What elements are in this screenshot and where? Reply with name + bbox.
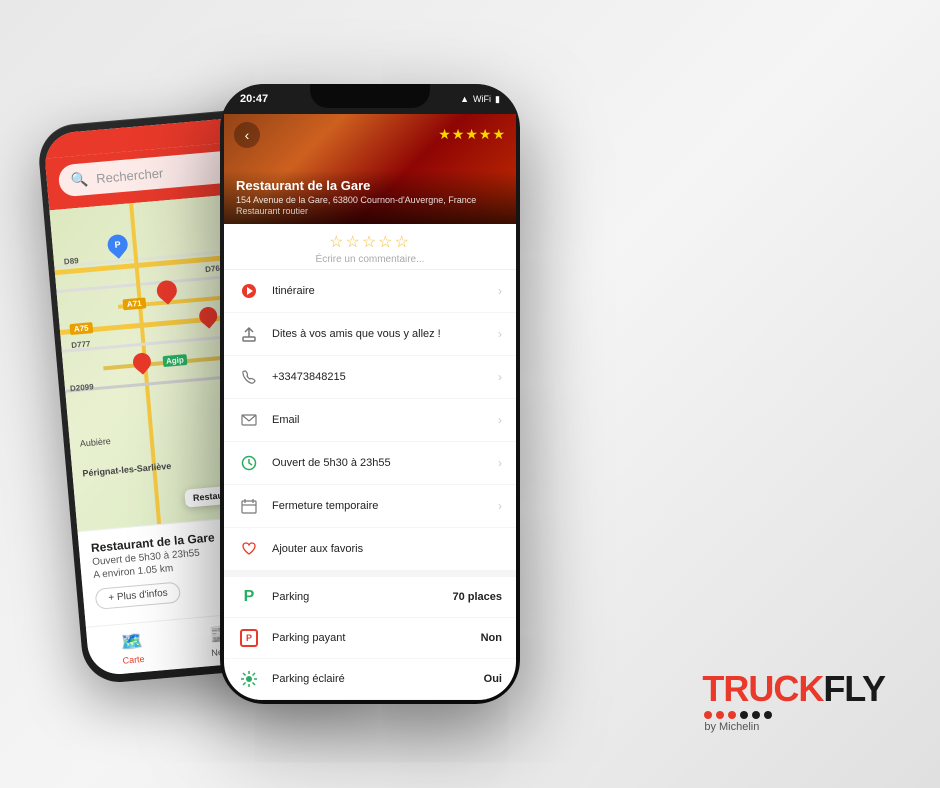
parking-item-eclaire: Parking éclairé Oui [224, 659, 516, 700]
parking-p-icon: P [238, 586, 260, 608]
parking-item-main: P Parking 70 places [224, 577, 516, 618]
menu-item-favoris[interactable]: Ajouter aux favoris [224, 528, 516, 571]
rating-placeholder: Écrire un commentaire... [316, 254, 425, 265]
carte-icon: 🗺️ [120, 631, 144, 654]
more-info-button[interactable]: + Plus d'infos [95, 581, 182, 609]
chevron-icon-3: › [498, 413, 502, 427]
hours-icon [238, 452, 260, 474]
rating-stars[interactable]: ☆☆☆☆☆ [329, 232, 411, 252]
rating-row[interactable]: ☆☆☆☆☆ Écrire un commentaire... [224, 224, 516, 270]
detail-header: ‹ ★★★★★ Restaurant de la Gare 154 Avenue… [224, 114, 516, 224]
partager-icon [238, 323, 260, 345]
parking-eclaire-icon [238, 668, 260, 690]
detail-header-overlay: Restaurant de la Gare 154 Avenue de la G… [224, 170, 516, 224]
chevron-icon-5: › [498, 499, 502, 513]
map-label-d777: D777 [71, 339, 91, 350]
menu-item-partager[interactable]: Dites à vos amis que vous y allez ! › [224, 313, 516, 356]
restaurant-stars: ★★★★★ [438, 126, 506, 143]
menu-item-phone[interactable]: +33473848215 › [224, 356, 516, 399]
itineraire-icon [238, 280, 260, 302]
email-label: Email [272, 414, 482, 426]
map-label-a75: A75 [69, 322, 93, 335]
favoris-icon [238, 538, 260, 560]
dot-5 [752, 711, 760, 719]
brand-dots [702, 711, 772, 719]
restaurant-type: Restaurant routier [236, 206, 504, 216]
dot-3 [728, 711, 736, 719]
chevron-icon-0: › [498, 284, 502, 298]
map-label-a71: A71 [122, 297, 146, 310]
menu-item-hours[interactable]: Ouvert de 5h30 à 23h55 › [224, 442, 516, 485]
email-icon [238, 409, 260, 431]
parking-payant-value: Non [481, 632, 502, 644]
restaurant-name: Restaurant de la Gare [236, 178, 504, 193]
map-label-d89: D89 [64, 256, 79, 266]
dot-4 [740, 711, 748, 719]
parking-main-value: 70 places [452, 591, 502, 603]
search-placeholder: Rechercher [96, 165, 164, 186]
brand: TRUCKFLY by Michelin [702, 671, 885, 733]
map-label-agip: Agip [163, 354, 188, 367]
itineraire-label: Itinéraire [272, 285, 482, 297]
back-button[interactable]: ‹ [234, 122, 260, 148]
parking-payant-label: Parking payant [272, 632, 469, 644]
brand-fly: FLY [823, 668, 885, 709]
iphone-status-icons: ▲ WiFi ▮ [460, 94, 500, 105]
parking-payant-icon: P [238, 627, 260, 649]
dot-1 [704, 711, 712, 719]
fermeture-icon [238, 495, 260, 517]
front-phone: 20:47 ▲ WiFi ▮ ‹ ★★★★★ Restaurant de la … [220, 84, 520, 704]
chevron-icon-1: › [498, 327, 502, 341]
nav-label-carte: Carte [122, 654, 145, 666]
restaurant-address: 154 Avenue de la Gare, 63800 Cournon-d'A… [236, 195, 504, 205]
scene: 📶 🔋 🔍 Rechercher [0, 0, 940, 788]
brand-truck: TRUCK [702, 668, 823, 709]
phone-label: +33473848215 [272, 371, 482, 383]
menu-item-email[interactable]: Email › [224, 399, 516, 442]
chevron-icon-2: › [498, 370, 502, 384]
search-icon: 🔍 [70, 170, 89, 188]
partager-label: Dites à vos amis que vous y allez ! [272, 328, 482, 340]
parking-item-payant: P Parking payant Non [224, 618, 516, 659]
parking-main-label: Parking [272, 591, 440, 603]
menu-item-itineraire[interactable]: Itinéraire › [224, 270, 516, 313]
menu-item-fermeture[interactable]: Fermeture temporaire › [224, 485, 516, 528]
parking-eclaire-label: Parking éclairé [272, 673, 472, 685]
dot-2 [716, 711, 724, 719]
parking-eclaire-value: Oui [484, 673, 502, 685]
iphone-screen: ‹ ★★★★★ Restaurant de la Gare 154 Avenue… [224, 114, 516, 700]
iphone-notch [310, 84, 430, 108]
wifi-icon: WiFi [473, 94, 491, 104]
dot-6 [764, 711, 772, 719]
nav-item-carte[interactable]: 🗺️ Carte [120, 631, 145, 666]
parking-section: P Parking 70 places P Parking payant Non [224, 571, 516, 700]
signal-icon: ▲ [460, 94, 469, 104]
chevron-icon-4: › [498, 456, 502, 470]
phone-icon [238, 366, 260, 388]
brand-michelin: by Michelin [702, 721, 759, 733]
battery-icon: ▮ [495, 94, 500, 105]
iphone-time: 20:47 [240, 93, 268, 105]
hours-label: Ouvert de 5h30 à 23h55 [272, 457, 482, 469]
fermeture-label: Fermeture temporaire [272, 500, 482, 512]
iphone-notch-area: 20:47 ▲ WiFi ▮ [220, 84, 520, 114]
menu-list: Itinéraire › Dites à vos amis que vous y… [224, 270, 516, 700]
favoris-label: Ajouter aux favoris [272, 543, 502, 555]
